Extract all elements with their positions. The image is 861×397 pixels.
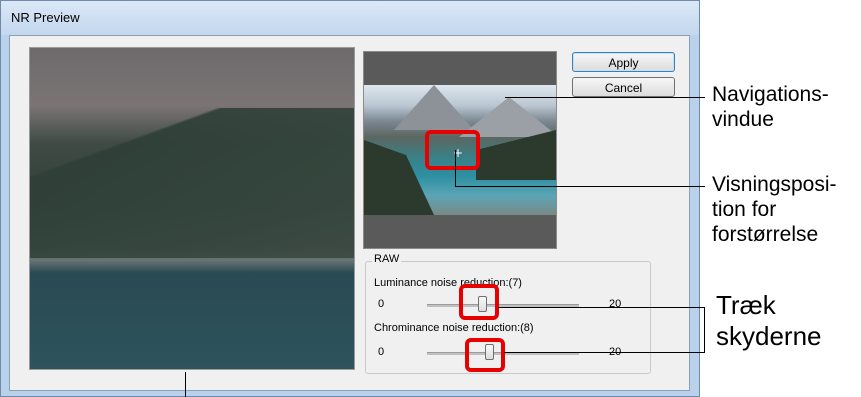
window-title: NR Preview bbox=[11, 10, 80, 25]
drag-sliders-callout-line bbox=[498, 307, 705, 308]
callout-line-text: Navigations- bbox=[712, 83, 829, 106]
callout-line-text: Træk bbox=[716, 290, 776, 320]
chrominance-min-label: 0 bbox=[378, 346, 385, 358]
luminance-slider-highlight bbox=[459, 284, 499, 320]
chrominance-slider-highlight bbox=[465, 338, 505, 372]
dialog-client-area: + Apply Cancel RAW Luminance noise reduc… bbox=[9, 35, 690, 391]
navigation-window-callout: Navigations- vindue bbox=[712, 82, 829, 132]
display-position-highlight bbox=[425, 130, 480, 170]
apply-button[interactable]: Apply bbox=[572, 52, 675, 72]
preview-forest bbox=[30, 108, 354, 258]
display-position-callout: Visningsposi- tion for forstørrelse bbox=[712, 172, 837, 248]
callout-line-text: forstørrelse bbox=[712, 223, 819, 247]
raw-group-label: RAW bbox=[372, 253, 402, 265]
enlarged-preview-image bbox=[29, 47, 355, 370]
display-position-callout-line bbox=[455, 186, 705, 187]
cancel-button[interactable]: Cancel bbox=[572, 77, 675, 97]
callout-line-text: Visningsposi- bbox=[712, 173, 837, 196]
drag-sliders-callout-line bbox=[704, 307, 705, 352]
luminance-min-label: 0 bbox=[378, 298, 385, 310]
callout-line-text: skyderne bbox=[716, 321, 822, 352]
navigation-window-callout-line bbox=[505, 97, 705, 98]
raw-group: RAW Luminance noise reduction:(7) 0 20 C… bbox=[365, 253, 651, 374]
display-position-callout-line bbox=[455, 150, 456, 186]
thumbnail-forest bbox=[364, 140, 434, 215]
chrominance-label: Chrominance noise reduction:(8) bbox=[374, 322, 534, 334]
title-bar[interactable]: NR Preview bbox=[1, 1, 699, 35]
drag-sliders-callout-line bbox=[504, 352, 705, 353]
luminance-label: Luminance noise reduction:(7) bbox=[374, 277, 522, 289]
drag-sliders-callout: Træk skyderne bbox=[716, 290, 822, 352]
callout-line-text: vindue bbox=[712, 108, 774, 132]
preview-callout-line bbox=[185, 372, 186, 397]
nr-preview-dialog: NR Preview + Apply Cancel RAW Luminance … bbox=[0, 0, 700, 397]
luminance-max-label: 20 bbox=[609, 298, 622, 310]
callout-line-text: tion for bbox=[712, 198, 777, 222]
thumbnail-forest bbox=[476, 130, 556, 180]
